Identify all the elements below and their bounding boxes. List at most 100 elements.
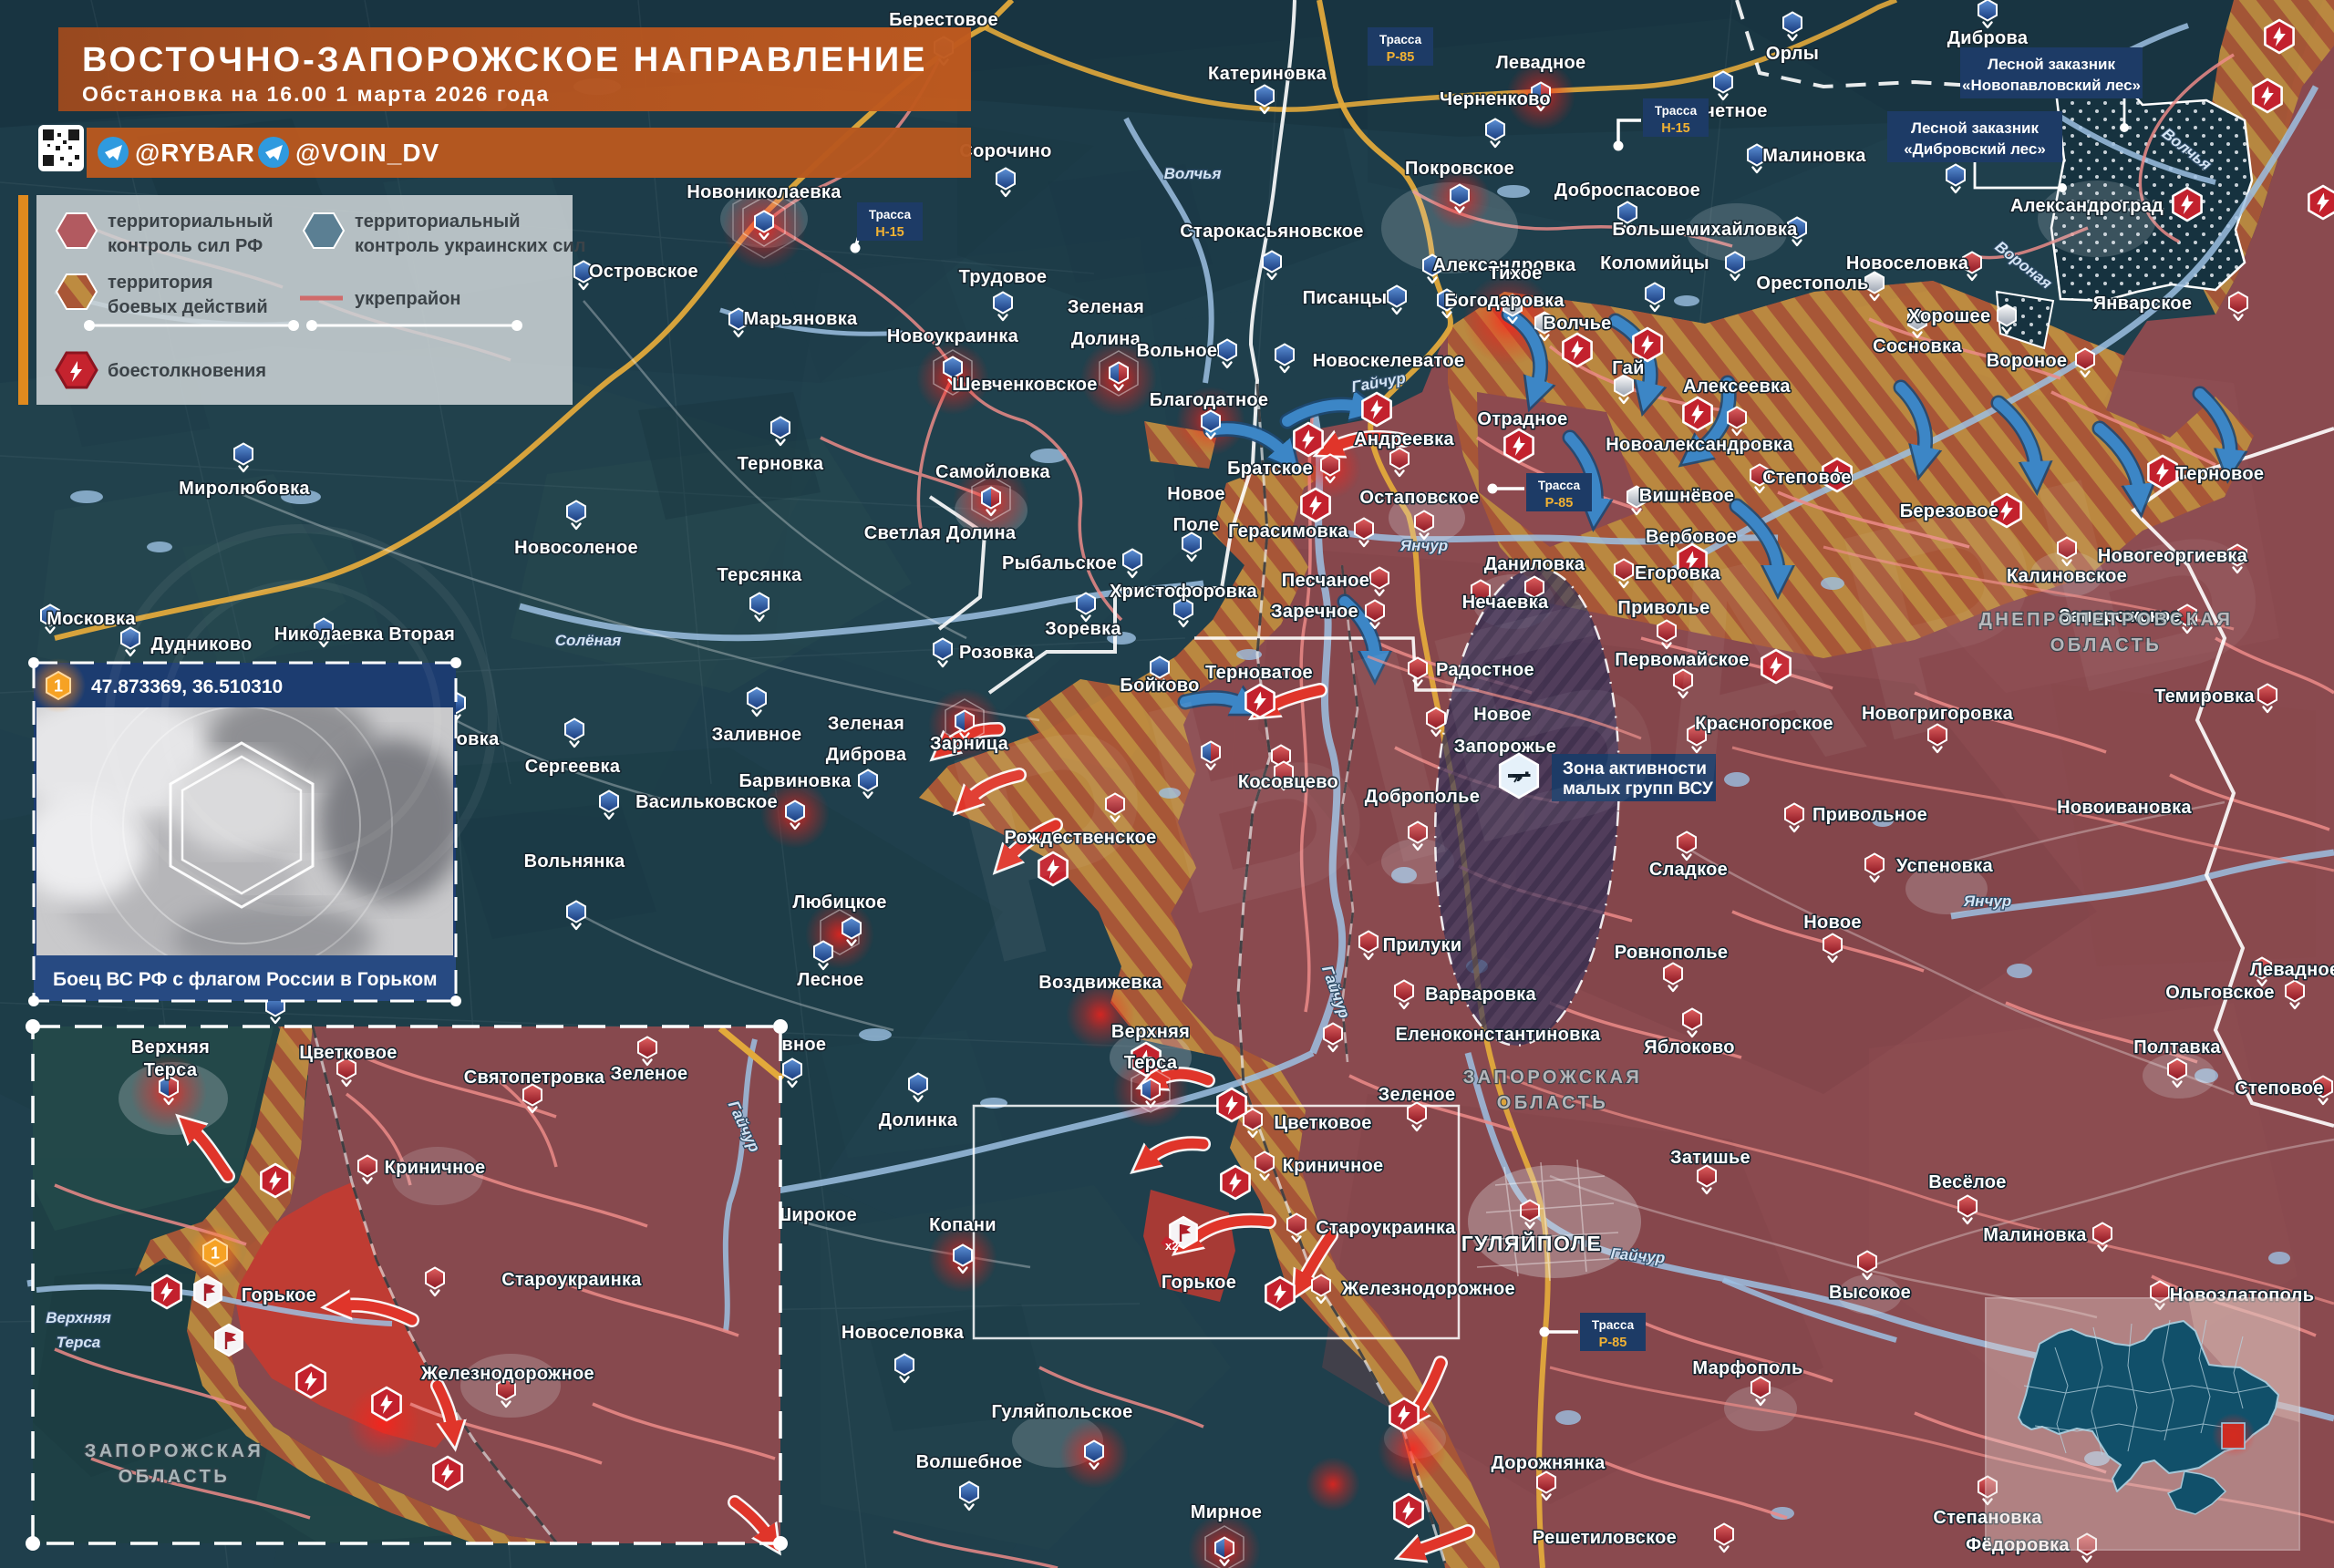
svg-text:Вольное: Вольное bbox=[1137, 341, 1218, 361]
svg-text:Любицкое: Любицкое bbox=[792, 892, 886, 913]
svg-text:Январское: Январское bbox=[2093, 294, 2193, 314]
svg-text:Малиновка: Малиновка bbox=[1762, 146, 1866, 166]
svg-text:Новое: Новое bbox=[1803, 913, 1862, 933]
svg-text:Зеленое: Зеленое bbox=[611, 1064, 688, 1084]
svg-text:Богодаровка: Богодаровка bbox=[1444, 291, 1565, 311]
svg-text:Александроград: Александроград bbox=[2010, 196, 2164, 216]
svg-text:Сорочино: Сорочино bbox=[959, 141, 1051, 161]
svg-text:Новоселовка: Новоселовка bbox=[1846, 253, 1969, 273]
svg-text:Алексеевка: Алексеевка bbox=[1683, 377, 1791, 397]
svg-text:Новое: Новое bbox=[1167, 484, 1225, 504]
svg-text:Отрадное: Отрадное bbox=[1477, 409, 1567, 429]
svg-text:боестолкновения: боестолкновения bbox=[108, 361, 266, 381]
svg-text:Самойловка: Самойловка bbox=[935, 462, 1051, 482]
svg-text:Андреевка: Андреевка bbox=[1354, 429, 1454, 449]
svg-text:Трасса: Трасса bbox=[1592, 1318, 1635, 1332]
svg-text:Трасса: Трасса bbox=[1655, 104, 1698, 118]
svg-text:Вороное: Вороное bbox=[1987, 351, 2068, 371]
svg-text:Затишье: Затишье bbox=[1670, 1148, 1750, 1168]
svg-text:Варваровка: Варваровка bbox=[1425, 985, 1536, 1005]
svg-text:Зеленая: Зеленая bbox=[1068, 297, 1144, 317]
svg-text:Прилуки: Прилуки bbox=[1383, 935, 1462, 955]
svg-text:Обстановка на 16.00 1 марта 20: Обстановка на 16.00 1 марта 2026 года bbox=[82, 82, 550, 106]
svg-text:Н-15: Н-15 bbox=[875, 225, 904, 240]
svg-text:Еленоконстантиновка: Еленоконстантиновка bbox=[1396, 1025, 1601, 1045]
svg-text:Терса: Терса bbox=[1124, 1053, 1178, 1073]
svg-text:Ровнополье: Ровнополье bbox=[1615, 943, 1729, 963]
svg-text:Высокое: Высокое bbox=[1829, 1283, 1911, 1303]
svg-text:Святопетровка: Святопетровка bbox=[464, 1068, 605, 1088]
svg-text:Терса: Терса bbox=[57, 1334, 101, 1351]
svg-text:Р-85: Р-85 bbox=[1545, 496, 1574, 511]
svg-text:Новоселовка: Новоселовка bbox=[842, 1323, 965, 1343]
svg-text:Московка: Московка bbox=[46, 609, 136, 629]
svg-text:Диброва: Диброва bbox=[1947, 28, 2029, 48]
svg-text:территориальный: территориальный bbox=[355, 211, 520, 232]
svg-text:Доброспасовое: Доброспасовое bbox=[1554, 181, 1700, 201]
svg-text:ВОСТОЧНО-ЗАПОРОЖСКОЕ НАПРАВЛЕН: ВОСТОЧНО-ЗАПОРОЖСКОЕ НАПРАВЛЕНИЕ bbox=[82, 41, 928, 79]
svg-text:укрепрайон: укрепрайон bbox=[355, 289, 460, 309]
svg-text:Зеленая: Зеленая bbox=[828, 714, 904, 734]
svg-text:Верхняя: Верхняя bbox=[1111, 1022, 1190, 1042]
svg-text:контроль сил РФ: контроль сил РФ bbox=[108, 236, 263, 256]
svg-text:Благодатное: Благодатное bbox=[1150, 390, 1269, 410]
svg-text:Терновка: Терновка bbox=[738, 454, 824, 474]
svg-text:Цветковое: Цветковое bbox=[299, 1043, 397, 1063]
svg-text:Н-15: Н-15 bbox=[1661, 121, 1689, 136]
svg-text:Покровское: Покровское bbox=[1405, 159, 1514, 179]
svg-text:Яблоково: Яблоково bbox=[1644, 1037, 1735, 1057]
svg-text:Трасса: Трасса bbox=[1538, 479, 1581, 492]
svg-text:Полтавка: Полтавка bbox=[2133, 1037, 2221, 1057]
svg-text:Берестовое: Берестовое bbox=[889, 10, 998, 30]
svg-text:Терса: Терса bbox=[144, 1060, 198, 1080]
svg-text:Дорожнянка: Дорожнянка bbox=[1491, 1453, 1606, 1473]
svg-text:Коломийцы: Коломийцы bbox=[1600, 253, 1709, 273]
svg-text:Песчаное: Песчаное bbox=[1282, 571, 1369, 591]
svg-text:Солёная: Солёная bbox=[555, 632, 621, 649]
svg-text:Волчье: Волчье bbox=[1543, 314, 1611, 334]
svg-text:Криничное: Криничное bbox=[385, 1158, 486, 1178]
svg-text:Волчья: Волчья bbox=[1164, 165, 1222, 182]
svg-text:Лесное: Лесное bbox=[797, 970, 863, 990]
svg-text:ОБЛАСТЬ: ОБЛАСТЬ bbox=[119, 1467, 230, 1487]
svg-text:Широкое: Широкое bbox=[773, 1205, 857, 1225]
svg-text:ЗАПОРОЖСКАЯ: ЗАПОРОЖСКАЯ bbox=[85, 1441, 264, 1461]
svg-text:Железнодорожное: Железнодорожное bbox=[420, 1364, 594, 1384]
svg-text:Цветковое: Цветковое bbox=[1274, 1113, 1371, 1133]
svg-text:Рыбальское: Рыбальское bbox=[1002, 553, 1117, 573]
svg-text:Орестополь: Орестополь bbox=[1756, 273, 1868, 294]
svg-text:Староукраинка: Староукраинка bbox=[1316, 1218, 1456, 1238]
svg-text:Николаевка Вторая: Николаевка Вторая bbox=[274, 624, 455, 645]
svg-text:Новосоленое: Новосоленое bbox=[514, 538, 638, 558]
svg-text:Светлая Долина: Светлая Долина bbox=[864, 523, 1017, 543]
svg-text:Староукраинка: Староукраинка bbox=[501, 1270, 642, 1290]
svg-text:Весёлое: Весёлое bbox=[1928, 1172, 2006, 1192]
svg-text:Новониколаевка: Новониколаевка bbox=[687, 182, 842, 202]
svg-text:Сергеевка: Сергеевка bbox=[525, 757, 621, 777]
svg-text:Верхняя: Верхняя bbox=[46, 1309, 110, 1326]
svg-text:Долинка: Долинка bbox=[879, 1110, 958, 1130]
svg-text:@RYBAR: @RYBAR bbox=[135, 139, 255, 167]
svg-text:47.873369, 36.510310: 47.873369, 36.510310 bbox=[91, 676, 283, 697]
svg-text:Зеленое: Зеленое bbox=[1379, 1085, 1456, 1105]
svg-text:Ольговское: Ольговское bbox=[2165, 983, 2275, 1003]
svg-text:Железнодорожное: Железнодорожное bbox=[1341, 1279, 1515, 1299]
svg-text:Тихое: Тихое bbox=[1488, 263, 1542, 284]
svg-text:Новоалександровка: Новоалександровка bbox=[1606, 435, 1793, 455]
svg-text:Левадное: Левадное bbox=[2250, 960, 2334, 980]
svg-text:Янчур: Янчур bbox=[1963, 892, 2011, 910]
svg-text:Большемихайловка: Большемихайловка bbox=[1612, 220, 1798, 240]
svg-text:Поле: Поле bbox=[1173, 515, 1220, 535]
svg-text:Васильковское: Васильковское bbox=[635, 792, 778, 812]
svg-text:Долина: Долина bbox=[1071, 329, 1141, 349]
svg-text:Криничное: Криничное bbox=[1283, 1156, 1384, 1176]
svg-text:«Новопавловский лес»: «Новопавловский лес» bbox=[1962, 77, 2141, 94]
svg-text:Волшебное: Волшебное bbox=[916, 1452, 1023, 1472]
svg-text:Герасимовка: Герасимовка bbox=[1228, 521, 1348, 542]
svg-text:Островское: Островское bbox=[589, 262, 698, 282]
svg-text:Катериновка: Катериновка bbox=[1208, 64, 1327, 84]
svg-text:Трасса: Трасса bbox=[869, 208, 912, 222]
svg-text:Р-85: Р-85 bbox=[1387, 50, 1415, 65]
svg-text:Лесной заказник: Лесной заказник bbox=[1911, 119, 2039, 137]
svg-text:Старокасьяновское: Старокасьяновское bbox=[1180, 222, 1363, 242]
